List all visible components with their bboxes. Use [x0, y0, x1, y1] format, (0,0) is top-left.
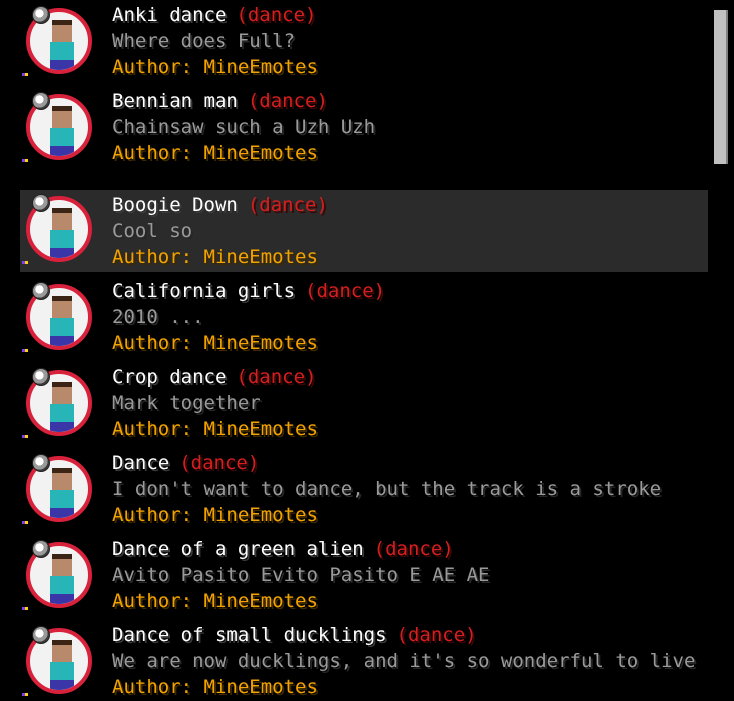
emote-row-dance-of-small-ducklings[interactable]: Dance of small ducklings (dance) We are n… — [20, 622, 708, 701]
emote-row-bennian-man[interactable]: Bennian man (dance) Chainsaw such a Uzh U… — [20, 88, 708, 170]
badge-marker-icon — [22, 73, 28, 76]
disco-ball-icon — [32, 282, 50, 300]
emote-category-tag: (dance) — [236, 366, 317, 388]
emote-title: Bennian man — [112, 90, 238, 112]
emote-thumbnail — [22, 4, 100, 82]
scrollbar-thumb[interactable] — [714, 10, 728, 164]
emote-row-boogie-down[interactable]: Boogie Down (dance) Cool so Author: MineE… — [20, 190, 708, 272]
badge-marker-icon — [22, 349, 28, 352]
emote-author: Author: MineEmotes — [112, 246, 318, 268]
emote-description: I don't want to dance, but the track is … — [112, 478, 662, 500]
emote-category-tag: (dance) — [247, 90, 328, 112]
emote-author: Author: MineEmotes — [112, 56, 318, 78]
emote-title: Dance of small ducklings — [112, 624, 387, 646]
emote-description: 2010 ... — [112, 306, 204, 328]
disco-ball-icon — [32, 6, 50, 24]
emote-description: Where does Full? — [112, 30, 296, 52]
emote-thumbnail — [22, 90, 100, 168]
emote-author: Author: MineEmotes — [112, 590, 318, 612]
emote-list: Anki dance (dance) Where does Full? Autho… — [0, 0, 734, 701]
emote-title: Anki dance — [112, 4, 227, 26]
disco-ball-icon — [32, 626, 50, 644]
badge-marker-icon — [22, 693, 28, 696]
emote-author: Author: MineEmotes — [112, 142, 318, 164]
emote-author: Author: MineEmotes — [112, 504, 318, 526]
badge-marker-icon — [22, 435, 28, 438]
emote-row-crop-dance[interactable]: Crop dance (dance) Mark together Author: … — [20, 364, 708, 446]
emote-description: Chainsaw such a Uzh Uzh — [112, 116, 376, 138]
emote-description: Mark together — [112, 392, 261, 414]
badge-marker-icon — [22, 159, 28, 162]
emote-title: Boogie Down — [112, 194, 238, 216]
emote-description: We are now ducklings, and it's so wonder… — [112, 650, 696, 672]
emote-title: Dance of a green alien — [112, 538, 364, 560]
badge-marker-icon — [22, 261, 28, 264]
badge-marker-icon — [22, 607, 28, 610]
emote-thumbnail — [22, 192, 100, 270]
emote-description: Cool so — [112, 220, 193, 242]
disco-ball-icon — [32, 540, 50, 558]
emote-title: Dance — [112, 452, 170, 474]
emote-category-tag: (dance) — [179, 452, 260, 474]
emote-author: Author: MineEmotes — [112, 332, 318, 354]
emote-category-tag: (dance) — [396, 624, 477, 646]
emote-thumbnail — [22, 452, 100, 530]
emote-category-tag: (dance) — [373, 538, 454, 560]
emote-title: California girls — [112, 280, 296, 302]
emote-category-tag: (dance) — [236, 4, 317, 26]
emote-row-anki-dance[interactable]: Anki dance (dance) Where does Full? Autho… — [20, 2, 708, 84]
emote-author: Author: MineEmotes — [112, 418, 318, 440]
disco-ball-icon — [32, 454, 50, 472]
emote-category-tag: (dance) — [305, 280, 386, 302]
badge-marker-icon — [22, 521, 28, 524]
disco-ball-icon — [32, 368, 50, 386]
emote-category-tag: (dance) — [247, 194, 328, 216]
emote-thumbnail — [22, 538, 100, 616]
emote-description: Avito Pasito Evito Pasito E AE AE — [112, 564, 490, 586]
emote-row-dance-of-a-green-alien[interactable]: Dance of a green alien (dance) Avito Pasi… — [20, 536, 708, 618]
disco-ball-icon — [32, 92, 50, 110]
emote-row-california-girls[interactable]: California girls (dance) 2010 ... Author:… — [20, 278, 708, 360]
emote-thumbnail — [22, 366, 100, 444]
emote-title: Crop dance — [112, 366, 227, 388]
disco-ball-icon — [32, 194, 50, 212]
emote-row-dance[interactable]: Dance (dance) I don't want to dance, but … — [20, 450, 708, 532]
emote-thumbnail — [22, 624, 100, 701]
emote-author: Author: MineEmotes — [112, 676, 318, 698]
emote-thumbnail — [22, 280, 100, 358]
